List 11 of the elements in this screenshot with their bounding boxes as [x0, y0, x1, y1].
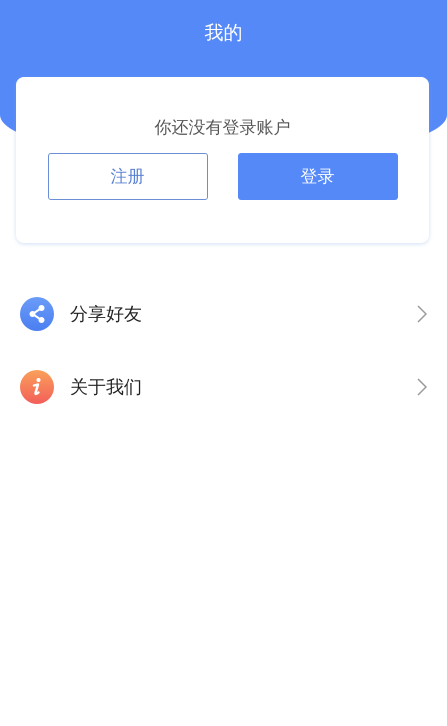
register-button[interactable]: 注册: [48, 153, 208, 200]
page-title: 我的: [204, 21, 242, 46]
info-icon: [20, 370, 54, 404]
chevron-right-icon: [417, 304, 427, 322]
menu-item[interactable]: 分享好友: [0, 277, 447, 350]
menu-label: 分享好友: [70, 302, 143, 326]
chevron-right-icon: [417, 378, 427, 396]
menu-item[interactable]: 关于我们: [0, 350, 447, 423]
login-prompt: 你还没有登录账户: [154, 117, 290, 139]
share-icon: [20, 296, 54, 330]
menu-label: 关于我们: [70, 376, 143, 398]
